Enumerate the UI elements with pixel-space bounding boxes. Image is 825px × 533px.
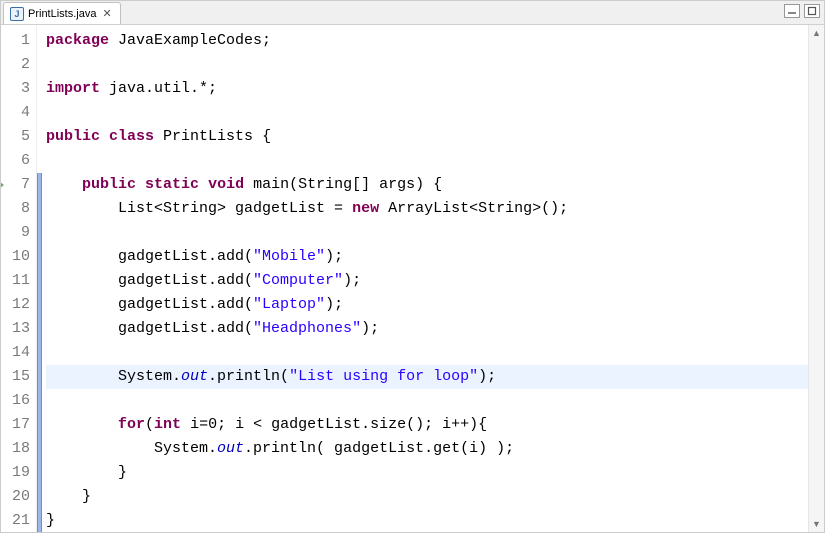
window-buttons	[784, 4, 820, 18]
line-number: 10	[1, 245, 30, 269]
minimize-button[interactable]	[784, 4, 800, 18]
line-number: 18	[1, 437, 30, 461]
scroll-down-button[interactable]: ▼	[809, 516, 824, 532]
code-line[interactable]: package JavaExampleCodes;	[46, 29, 808, 53]
line-number: 6	[1, 149, 30, 173]
close-icon[interactable]: ✕	[100, 7, 113, 20]
tab-title: PrintLists.java	[28, 8, 96, 20]
vertical-scrollbar[interactable]: ▲ ▼	[808, 25, 824, 532]
code-line[interactable]: for(int i=0; i < gadgetList.size(); i++)…	[46, 413, 808, 437]
code-line[interactable]: gadgetList.add("Mobile");	[46, 245, 808, 269]
line-number: 9	[1, 221, 30, 245]
code-line[interactable]: }	[46, 485, 808, 509]
code-line[interactable]	[46, 53, 808, 77]
line-number: 20	[1, 485, 30, 509]
code-line[interactable]: }	[46, 461, 808, 485]
line-number: 16	[1, 389, 30, 413]
line-number: 1	[1, 29, 30, 53]
code-line[interactable]	[46, 389, 808, 413]
line-number: 7	[1, 173, 30, 197]
line-number: 13	[1, 317, 30, 341]
code-line[interactable]	[46, 149, 808, 173]
code-line[interactable]: import java.util.*;	[46, 77, 808, 101]
code-line[interactable]: public class PrintLists {	[46, 125, 808, 149]
code-area[interactable]: package JavaExampleCodes; import java.ut…	[42, 25, 808, 532]
code-line[interactable]: System.out.println("List using for loop"…	[46, 365, 808, 389]
code-line[interactable]: gadgetList.add("Computer");	[46, 269, 808, 293]
line-number: 19	[1, 461, 30, 485]
line-number: 21	[1, 509, 30, 532]
code-line[interactable]	[46, 101, 808, 125]
code-line[interactable]: System.out.println( gadgetList.get(i) );	[46, 437, 808, 461]
code-line[interactable]	[46, 221, 808, 245]
line-number: 4	[1, 101, 30, 125]
maximize-button[interactable]	[804, 4, 820, 18]
line-number-gutter: 123456789101112131415161718192021	[1, 25, 37, 532]
line-number: 17	[1, 413, 30, 437]
line-number: 12	[1, 293, 30, 317]
code-line[interactable]: }	[46, 509, 808, 532]
code-line[interactable]	[46, 341, 808, 365]
java-file-icon: J	[10, 7, 24, 21]
editor-tab[interactable]: J PrintLists.java ✕	[3, 2, 121, 24]
line-number: 15	[1, 365, 30, 389]
code-line[interactable]: gadgetList.add("Laptop");	[46, 293, 808, 317]
line-number: 14	[1, 341, 30, 365]
line-number: 11	[1, 269, 30, 293]
scroll-up-button[interactable]: ▲	[809, 25, 824, 41]
line-number: 3	[1, 77, 30, 101]
tab-bar: J PrintLists.java ✕	[1, 1, 824, 25]
code-editor[interactable]: 123456789101112131415161718192021 packag…	[1, 25, 824, 532]
line-number: 2	[1, 53, 30, 77]
code-line[interactable]: public static void main(String[] args) {	[46, 173, 808, 197]
code-line[interactable]: gadgetList.add("Headphones");	[46, 317, 808, 341]
code-line[interactable]: List<String> gadgetList = new ArrayList<…	[46, 197, 808, 221]
line-number: 8	[1, 197, 30, 221]
line-number: 5	[1, 125, 30, 149]
